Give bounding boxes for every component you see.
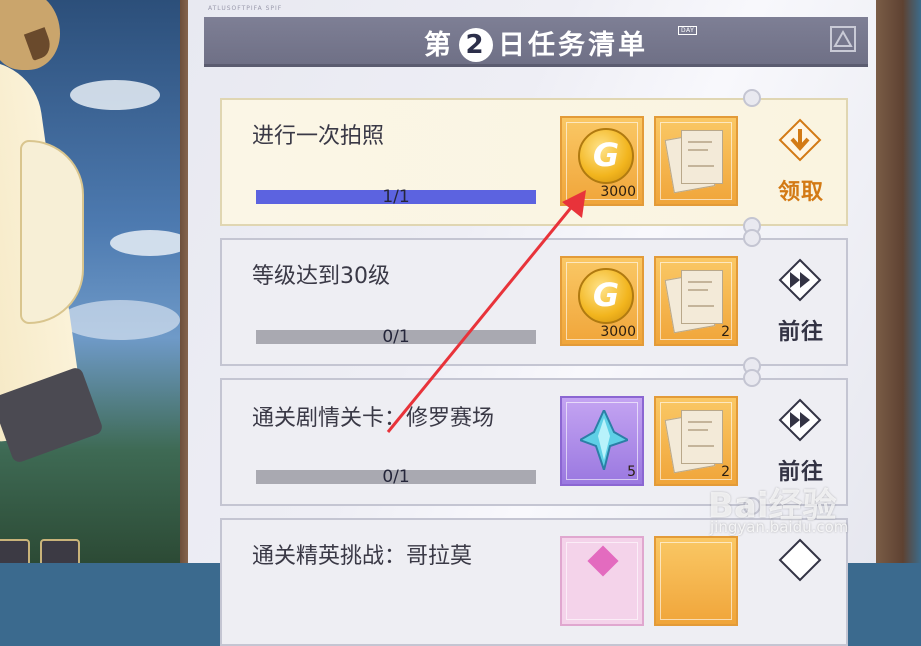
task-card: 进行一次拍照 1/1 G 3000 领取	[220, 98, 848, 226]
blue-crystal-icon	[577, 407, 631, 474]
reward-qty: 3000	[600, 324, 636, 340]
fast-forward-icon	[778, 258, 822, 302]
claim-label: 领取	[777, 180, 824, 205]
reward-qty: 3000	[600, 184, 636, 200]
go-button[interactable]	[756, 522, 846, 642]
reward-scroll[interactable]: 2	[654, 256, 738, 346]
reward-scroll[interactable]: 2	[654, 396, 738, 486]
progress-text: 1/1	[382, 187, 410, 207]
task-title: 通关精英挑战：哥拉莫	[252, 544, 473, 569]
card-notch	[743, 89, 761, 107]
task-card: 等级达到30级 0/1 G 3000 2 前往	[220, 238, 848, 366]
bird-wing	[20, 140, 84, 324]
collapse-icon[interactable]	[830, 26, 856, 52]
frame-right	[876, 0, 921, 563]
card-notch	[743, 369, 761, 387]
side-button-2[interactable]	[40, 539, 80, 563]
reward-coin[interactable]: G 3000	[560, 116, 644, 206]
panel-caption: ATLUSOFTPIFA SPIF	[208, 5, 283, 12]
day-tag: DAY	[678, 26, 698, 35]
task-title: 等级达到30级	[252, 264, 390, 289]
download-arrow-icon	[778, 118, 822, 162]
bird-head	[0, 0, 60, 70]
day-number-badge: 2	[459, 27, 493, 62]
reward-gem[interactable]	[560, 536, 644, 626]
progress-bar: 0/1	[256, 467, 536, 487]
gold-coin-icon: G	[578, 128, 634, 184]
progress-text: 0/1	[382, 327, 410, 347]
document-scroll-icon	[664, 408, 725, 474]
reward-qty: 5	[627, 464, 636, 480]
gold-coin-icon: G	[578, 268, 634, 324]
document-scroll-icon	[664, 268, 725, 334]
title-prefix: 第	[424, 30, 454, 61]
task-title: 进行一次拍照	[252, 124, 385, 149]
card-notch	[743, 229, 761, 247]
title-suffix: 日任务清单	[498, 30, 648, 61]
character-artwork	[0, 0, 190, 563]
reward-scroll[interactable]	[654, 536, 738, 626]
progress-bar: 1/1	[256, 187, 536, 207]
claim-button[interactable]: 领取	[756, 102, 846, 222]
diamond-icon	[778, 538, 822, 582]
reward-qty: 2	[721, 324, 730, 340]
reward-crystal[interactable]: 5	[560, 396, 644, 486]
progress-text: 0/1	[382, 467, 410, 487]
reward-scroll[interactable]	[654, 116, 738, 206]
go-label: 前往	[777, 320, 824, 345]
side-button-1[interactable]	[0, 539, 30, 563]
task-card: 通关精英挑战：哥拉莫	[220, 518, 848, 646]
watermark-url: jingyan.baidu.com	[710, 518, 849, 536]
page-title: 第 2 日任务清单	[204, 23, 868, 64]
reward-coin[interactable]: G 3000	[560, 256, 644, 346]
document-scroll-icon	[664, 128, 725, 194]
task-list-header: 第 2 日任务清单 DAY	[204, 17, 868, 67]
progress-bar: 0/1	[256, 327, 536, 347]
fast-forward-icon	[778, 398, 822, 442]
task-title: 通关剧情关卡：修罗赛场	[252, 406, 495, 431]
go-button[interactable]: 前往	[756, 242, 846, 362]
